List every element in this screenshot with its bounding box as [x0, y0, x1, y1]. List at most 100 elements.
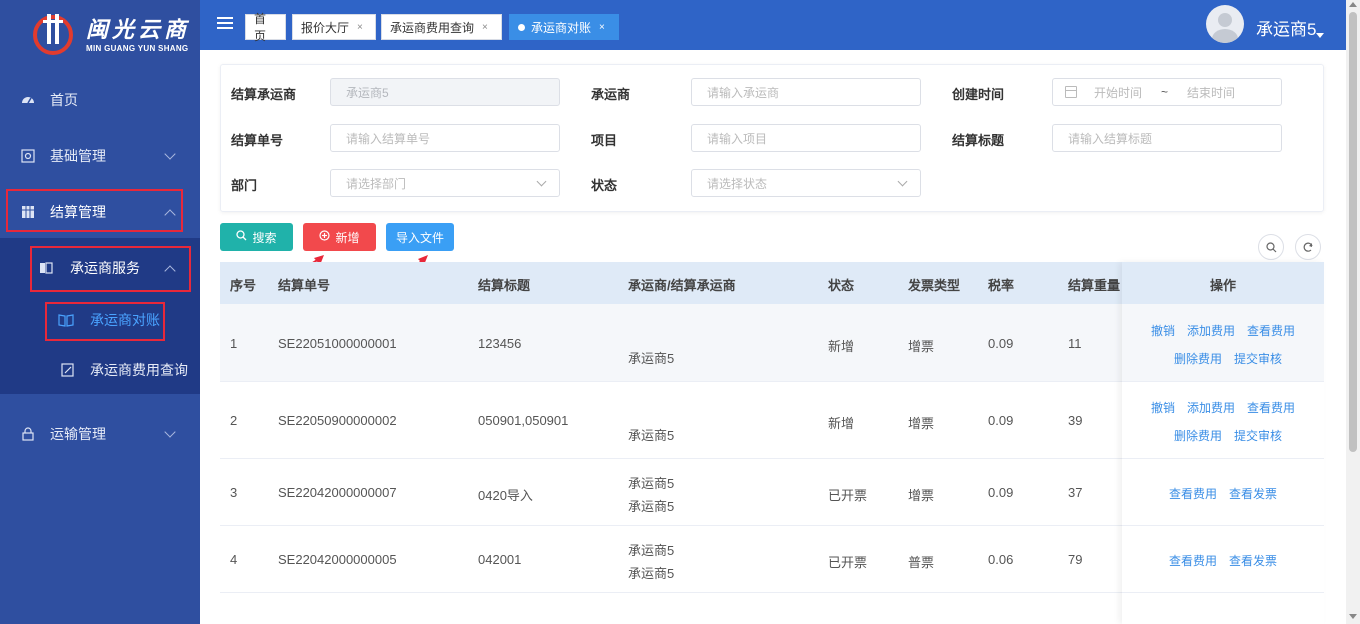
filter-label: 结算标题	[952, 133, 1005, 148]
cell-index: 2	[230, 413, 238, 428]
add-fee-link[interactable]: 添加费用	[1187, 399, 1235, 416]
filter-label: 结算单号	[231, 133, 284, 148]
column-header: 序号	[230, 278, 257, 293]
close-icon[interactable]: ×	[482, 22, 488, 33]
scroll-up-icon[interactable]	[1349, 2, 1357, 7]
sidebar-item-label: 首页	[50, 92, 78, 108]
sidebar-item-basic[interactable]: 基础管理	[0, 128, 200, 184]
cell-settle-carrier: 承运商5	[628, 566, 675, 581]
caret-down-icon[interactable]	[1316, 33, 1324, 38]
cell-settle-no: SE22042000000005	[278, 552, 397, 567]
cell-title: 050901,050901	[478, 413, 569, 428]
project-input[interactable]: 请输入项目	[691, 124, 921, 152]
revoke-link[interactable]: 撤销	[1151, 399, 1175, 416]
status-select[interactable]: 请选择状态	[691, 169, 921, 197]
cell-weight: 11	[1068, 336, 1082, 351]
cell-carrier: 承运商5	[628, 543, 675, 558]
menu-toggle-icon[interactable]	[217, 17, 233, 31]
carrier-input[interactable]: 请输入承运商	[691, 78, 921, 106]
tab-home[interactable]: 首页	[245, 12, 286, 43]
column-header: 结算重量	[1068, 278, 1121, 293]
chevron-down-icon	[164, 148, 176, 160]
cell-invoice-type: 增票	[908, 488, 935, 503]
delete-fee-link[interactable]: 删除费用	[1174, 350, 1222, 367]
view-invoice-link[interactable]: 查看发票	[1229, 552, 1277, 569]
tab-carrier-fee-query[interactable]: 承运商费用查询 ×	[381, 14, 502, 40]
sidebar-item-home[interactable]: 首页	[0, 72, 200, 128]
status-placeholder: 请选择状态	[707, 176, 768, 191]
settle-no-input[interactable]: 请输入结算单号	[330, 124, 560, 152]
view-invoice-link[interactable]: 查看发票	[1229, 485, 1277, 502]
table-header: 序号 结算单号 结算标题 承运商/结算承运商 状态 发票类型 税率 结算重量 操…	[220, 262, 1324, 304]
revoke-link[interactable]: 撤销	[1151, 322, 1175, 339]
cell-tax-rate: 0.09	[988, 485, 1014, 500]
topbar: 首页 报价大厅 × 承运商费用查询 × 承运商对账 × 承运商5	[200, 0, 1360, 50]
sidebar-item-carrier-fee-query[interactable]: 承运商费用查询	[0, 344, 200, 396]
filter-label: 结算承运商	[231, 87, 297, 102]
brand-name-en: MIN GUANG YUN SHANG	[86, 44, 189, 53]
cell-status: 已开票	[828, 488, 868, 503]
search-icon	[1265, 241, 1276, 252]
highlight-box	[6, 189, 183, 232]
table-row[interactable]: 3 SE22042000000007 0420导入 承运商5 承运商5 已开票 …	[220, 459, 1324, 526]
delete-fee-link[interactable]: 删除费用	[1174, 427, 1222, 444]
table-row[interactable]: 2 SE22050900000002 050901,050901 承运商5 新增…	[220, 382, 1324, 459]
table-row[interactable]: 4 SE22042000000005 042001 承运商5 承运商5 已开票 …	[220, 526, 1324, 593]
end-date-input[interactable]: 结束时间	[1187, 84, 1235, 101]
plus-circle-icon	[319, 230, 331, 244]
scroll-down-icon[interactable]	[1349, 614, 1357, 619]
sidebar-item-label: 运输管理	[50, 426, 106, 442]
scroll-thumb[interactable]	[1349, 12, 1357, 452]
search-icon	[236, 230, 247, 244]
column-header: 发票类型	[908, 278, 961, 293]
view-fee-link[interactable]: 查看费用	[1247, 322, 1295, 339]
close-icon[interactable]: ×	[357, 22, 363, 33]
settle-carrier-field: 承运商5	[330, 78, 560, 106]
import-label: 导入文件	[395, 230, 444, 245]
calendar-icon	[1065, 86, 1077, 98]
tab-carrier-reconcile[interactable]: 承运商对账 ×	[509, 14, 619, 40]
cell-tax-rate: 0.09	[988, 413, 1014, 428]
submit-review-link[interactable]: 提交审核	[1234, 427, 1282, 444]
filter-panel: 结算承运商 承运商5 承运商 请输入承运商 创建时间 开始时间 ~ 结束时间 结…	[220, 64, 1324, 212]
department-select[interactable]: 请选择部门	[330, 169, 560, 197]
scrollbar[interactable]	[1346, 0, 1360, 624]
refresh-button[interactable]	[1295, 234, 1321, 260]
add-button[interactable]: 新增	[303, 223, 376, 251]
submit-review-link[interactable]: 提交审核	[1234, 350, 1282, 367]
add-fee-link[interactable]: 添加费用	[1187, 322, 1235, 339]
filter-label: 部门	[231, 178, 258, 193]
add-label: 新增	[335, 230, 360, 245]
date-separator: ~	[1161, 85, 1169, 99]
search-button[interactable]: 搜索	[220, 223, 293, 251]
column-header: 结算单号	[278, 278, 331, 293]
table-row[interactable]: 1 SE22051000000001 123456 承运商5 新增 增票 0.0…	[220, 304, 1324, 382]
cell-tax-rate: 0.06	[988, 552, 1014, 567]
settle-title-input[interactable]: 请输入结算标题	[1052, 124, 1282, 152]
user-name[interactable]: 承运商5	[1256, 15, 1316, 40]
view-fee-link[interactable]: 查看费用	[1247, 399, 1295, 416]
tab-quote-hall[interactable]: 报价大厅 ×	[292, 14, 376, 40]
cell-weight: 79	[1068, 552, 1083, 567]
close-icon[interactable]: ×	[599, 22, 605, 33]
cell-settle-carrier: 承运商5	[628, 428, 675, 443]
cell-tax-rate: 0.09	[988, 336, 1014, 351]
cell-index: 3	[230, 485, 238, 500]
view-fee-link[interactable]: 查看费用	[1169, 552, 1217, 569]
date-range-picker[interactable]: 开始时间 ~ 结束时间	[1052, 78, 1282, 106]
cell-settle-carrier: 承运商5	[628, 499, 675, 514]
search-toggle-button[interactable]	[1258, 234, 1284, 260]
cell-settle-no: SE22051000000001	[278, 336, 397, 351]
tab-label: 首页	[254, 12, 267, 43]
refresh-icon	[1303, 242, 1313, 252]
sidebar: 闽光云商 MIN GUANG YUN SHANG 首页 基础管理 结算管理 承运…	[0, 0, 200, 624]
avatar[interactable]	[1206, 5, 1244, 43]
chevron-down-icon	[897, 176, 908, 187]
main-content: 结算承运商 承运商5 承运商 请输入承运商 创建时间 开始时间 ~ 结束时间 结…	[200, 50, 1346, 624]
import-file-button[interactable]: 导入文件	[386, 223, 454, 251]
start-date-input[interactable]: 开始时间	[1094, 84, 1142, 101]
view-fee-link[interactable]: 查看费用	[1169, 485, 1217, 502]
edit-doc-icon	[60, 362, 76, 378]
sidebar-item-transport[interactable]: 运输管理	[0, 406, 200, 462]
cell-status: 已开票	[828, 555, 868, 570]
